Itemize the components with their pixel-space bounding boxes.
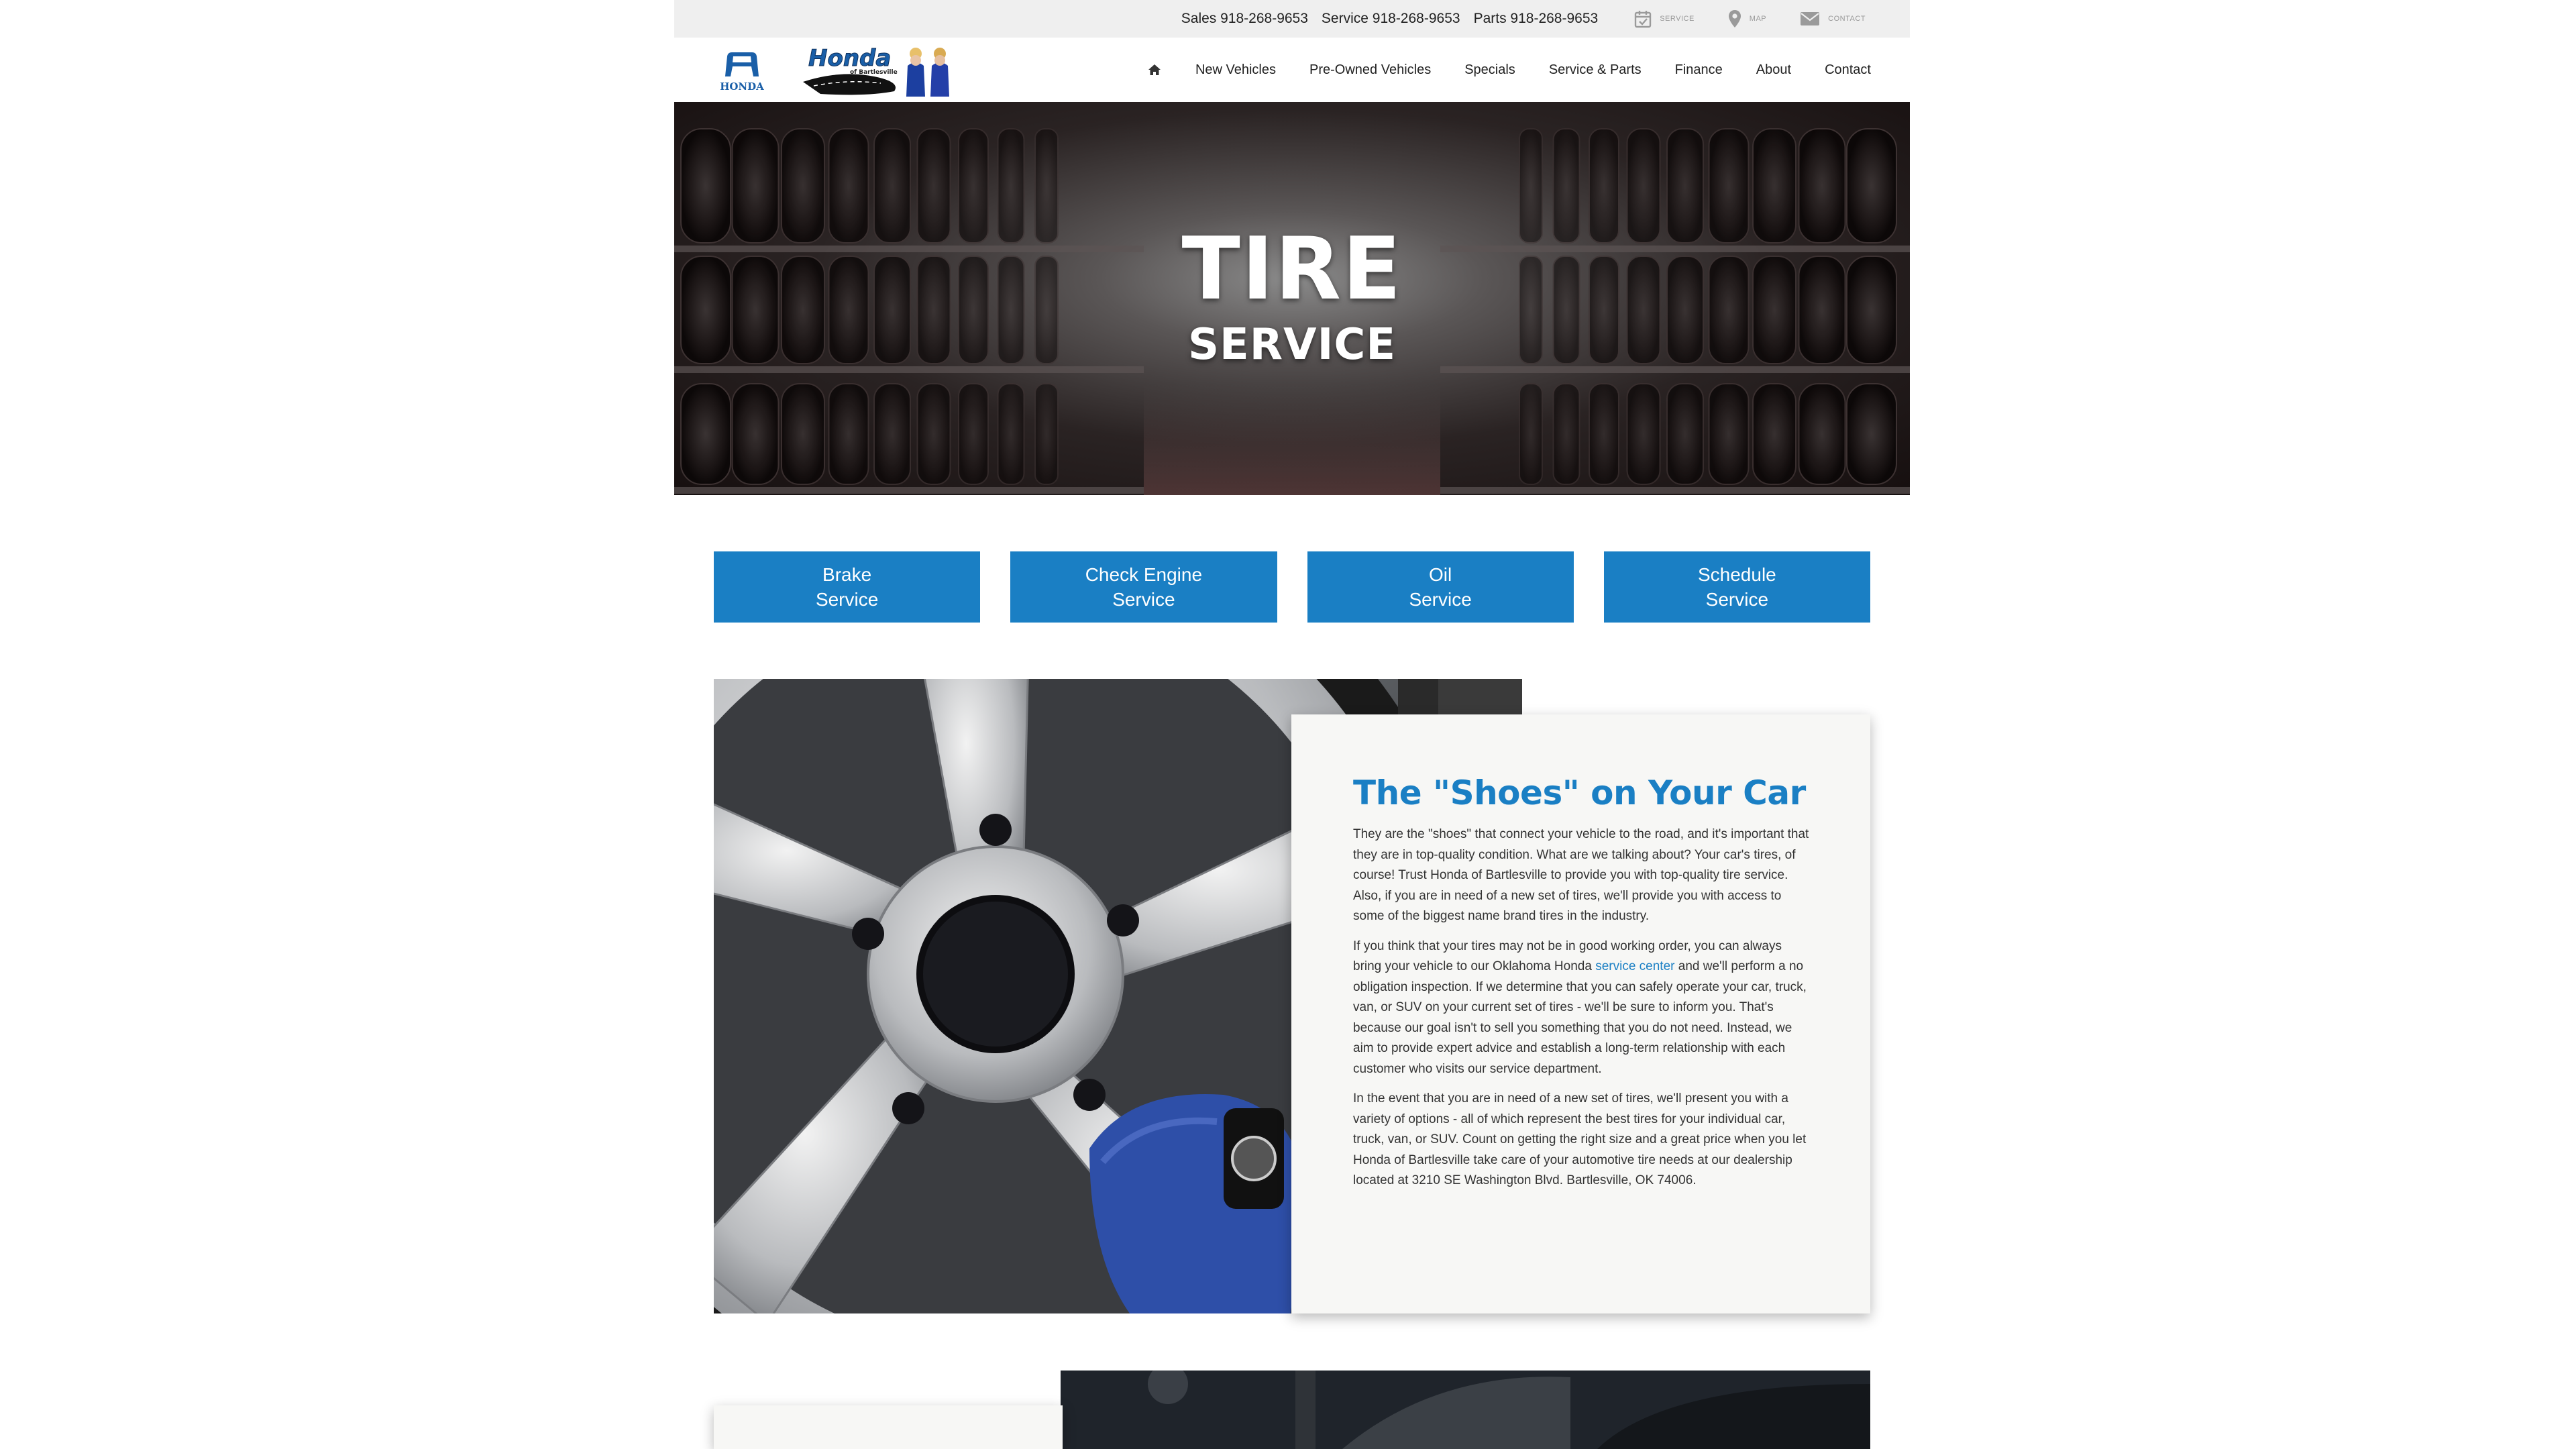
content-paragraph-1: They are the "shoes" that connect your v… <box>1353 827 1809 923</box>
page: Sales 918-268-9653 Service 918-268-9653 … <box>674 0 1910 1449</box>
quick-links: SERVICE MAP CONTACT <box>1634 9 1866 28</box>
brake-service-button[interactable]: Brake Service <box>714 551 981 623</box>
dealer-logo-subtext: of Bartlesville <box>850 69 898 76</box>
check-engine-service-button[interactable]: Check Engine Service <box>1010 551 1277 623</box>
service-quick-link-label: SERVICE <box>1660 15 1695 23</box>
rack-shelf <box>674 487 1144 494</box>
home-icon <box>1148 64 1161 75</box>
content-paragraph-2-end: and we'll perform a no obligation inspec… <box>1353 959 1807 1076</box>
rack-tire <box>1034 383 1059 485</box>
rack-tire <box>873 383 911 485</box>
honda-brand-logo[interactable]: HONDA <box>712 50 772 94</box>
nav-contact[interactable]: Contact <box>1825 62 1871 78</box>
service-phone-link[interactable]: Service 918-268-9653 <box>1322 11 1460 27</box>
hero-banner: TIRE SERVICE <box>674 102 1910 495</box>
site-header: HONDA Honda of Bartlesville New Vehicles… <box>674 38 1910 102</box>
dealer-spokespeople-image <box>906 48 949 97</box>
dealer-logo-graphic: Honda of Bartlesville <box>803 45 949 97</box>
rack-tire <box>1666 383 1704 485</box>
schedule-service-button[interactable]: Schedule Service <box>1603 551 1870 623</box>
phone-numbers: Sales 918-268-9653 Service 918-268-9653 … <box>1181 11 1598 27</box>
nav-service-parts[interactable]: Service & Parts <box>1549 62 1642 78</box>
rack-tire <box>1589 383 1619 485</box>
tire-closeup-image <box>1061 1371 1870 1449</box>
hero-title: TIRE <box>1181 219 1403 319</box>
rack-tire <box>1626 383 1661 485</box>
content-paragraph-3: In the event that you are in need of a n… <box>1353 1091 1807 1187</box>
sales-phone-link[interactable]: Sales 918-268-9653 <box>1181 11 1308 27</box>
content-card: The "Shoes" on Your Car They are the "sh… <box>1291 714 1870 1313</box>
honda-logo-text: HONDA <box>720 80 764 93</box>
hero-subtitle: SERVICE <box>1187 320 1397 370</box>
map-quick-link[interactable]: MAP <box>1728 9 1766 28</box>
rack-tire <box>958 383 989 485</box>
service-quick-link[interactable]: SERVICE <box>1634 9 1695 28</box>
rack-tire <box>1752 383 1796 485</box>
next-section-photo <box>1061 1371 1870 1449</box>
honda-h-logo-icon: HONDA <box>720 52 764 93</box>
rack-tire <box>1798 383 1846 485</box>
rack-shelf <box>1440 487 1910 494</box>
contact-quick-link-label: CONTACT <box>1828 15 1866 23</box>
rack-tire <box>1519 383 1543 485</box>
rack-tire <box>828 383 869 485</box>
rack-tire <box>916 383 951 485</box>
nav-specials[interactable]: Specials <box>1464 62 1515 78</box>
map-quick-link-label: MAP <box>1749 15 1767 23</box>
rack-tire <box>731 383 780 485</box>
nav-new-vehicles[interactable]: New Vehicles <box>1195 62 1276 78</box>
service-buttons: Brake Service Check Engine Service Oil S… <box>714 551 1870 623</box>
map-pin-icon <box>1728 10 1741 28</box>
nav-finance[interactable]: Finance <box>1675 62 1723 78</box>
rack-tire <box>1846 383 1897 485</box>
nav-about[interactable]: About <box>1756 62 1791 78</box>
rack-tire <box>1708 383 1750 485</box>
parts-phone-link[interactable]: Parts 918-268-9653 <box>1474 11 1599 27</box>
mechanic-gloved-hand-image <box>1089 1094 1304 1313</box>
calendar-check-icon <box>1635 11 1652 28</box>
contact-quick-link[interactable]: CONTACT <box>1800 11 1866 26</box>
rack-tire <box>680 383 731 485</box>
oil-service-button[interactable]: Oil Service <box>1307 551 1574 623</box>
envelope-icon <box>1801 12 1820 25</box>
dealer-logo[interactable]: Honda of Bartlesville <box>800 43 975 98</box>
top-bar: Sales 918-268-9653 Service 918-268-9653 … <box>674 0 1910 38</box>
nav-home[interactable] <box>1147 62 1162 77</box>
rack-tire <box>781 383 825 485</box>
content-heading: The "Shoes" on Your Car <box>1353 773 1806 812</box>
rack-tire <box>1552 383 1580 485</box>
rack-tire <box>997 383 1025 485</box>
nav-pre-owned-vehicles[interactable]: Pre-Owned Vehicles <box>1309 62 1431 78</box>
main-nav: New Vehicles Pre-Owned Vehicles Specials… <box>1147 38 1871 102</box>
content-paragraph-2: If you think that your tires may not be … <box>1353 936 1810 1080</box>
dealer-logo-text: Honda <box>808 45 891 72</box>
service-center-link[interactable]: service center <box>1595 959 1674 973</box>
next-section-card <box>714 1405 1063 1449</box>
